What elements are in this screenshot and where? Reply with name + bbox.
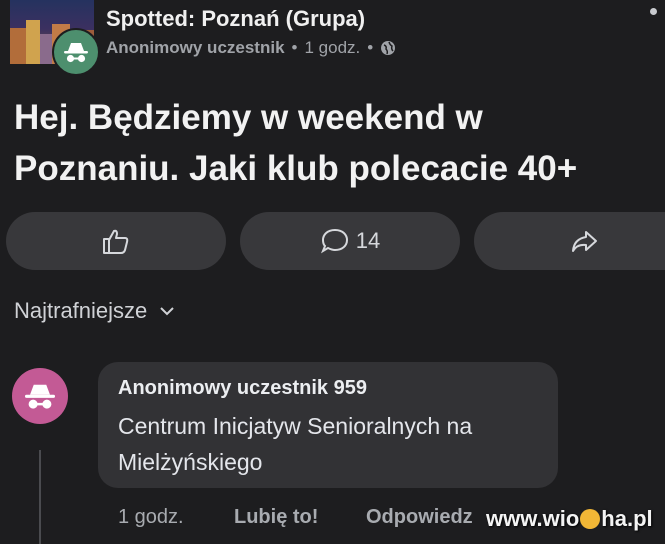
like-button[interactable]: [6, 212, 226, 270]
comment-like-button[interactable]: Lubię to!: [234, 506, 318, 529]
comment-time[interactable]: 1 godz.: [118, 506, 184, 529]
comment-author[interactable]: Anonimowy uczestnik 959: [118, 377, 367, 400]
smiley-icon: [580, 509, 601, 529]
more-options-icon[interactable]: [650, 8, 657, 15]
thread-line: [39, 450, 41, 544]
comment-bubble-icon: [320, 228, 348, 254]
comment-sort-dropdown[interactable]: Najtrafniejsze: [14, 298, 175, 324]
comment-reply-button[interactable]: Odpowiedz: [366, 506, 473, 529]
chevron-down-icon: [160, 307, 174, 316]
sort-label: Najtrafniejsze: [14, 298, 148, 323]
comment-text: Centrum Inicjatyw Senioralnych na Mielży…: [118, 413, 473, 475]
group-name-link[interactable]: Spotted: Poznań (Grupa): [106, 6, 365, 32]
author-avatar[interactable]: [52, 28, 100, 76]
post-meta: Anonimowy uczestnik • 1 godz. •: [106, 38, 396, 58]
share-arrow-icon: [572, 231, 597, 252]
comment-count: 14: [355, 228, 381, 253]
anonymous-incognito-icon: [25, 384, 55, 409]
post-text: Hej. Będziemy w weekend w Poznaniu. Jaki…: [14, 98, 578, 188]
comment-button[interactable]: 14: [240, 212, 460, 270]
meta-separator: •: [367, 38, 374, 57]
watermark: www.wio ha.pl: [486, 506, 653, 531]
post-time[interactable]: 1 godz.: [304, 38, 360, 58]
thumbs-up-icon: [103, 229, 129, 254]
share-button[interactable]: [474, 212, 665, 270]
meta-separator: •: [291, 38, 298, 57]
commenter-avatar[interactable]: [12, 368, 68, 424]
anonymous-incognito-icon: [64, 43, 88, 63]
globe-icon: [381, 41, 396, 55]
author-name[interactable]: Anonimowy uczestnik: [106, 38, 285, 58]
